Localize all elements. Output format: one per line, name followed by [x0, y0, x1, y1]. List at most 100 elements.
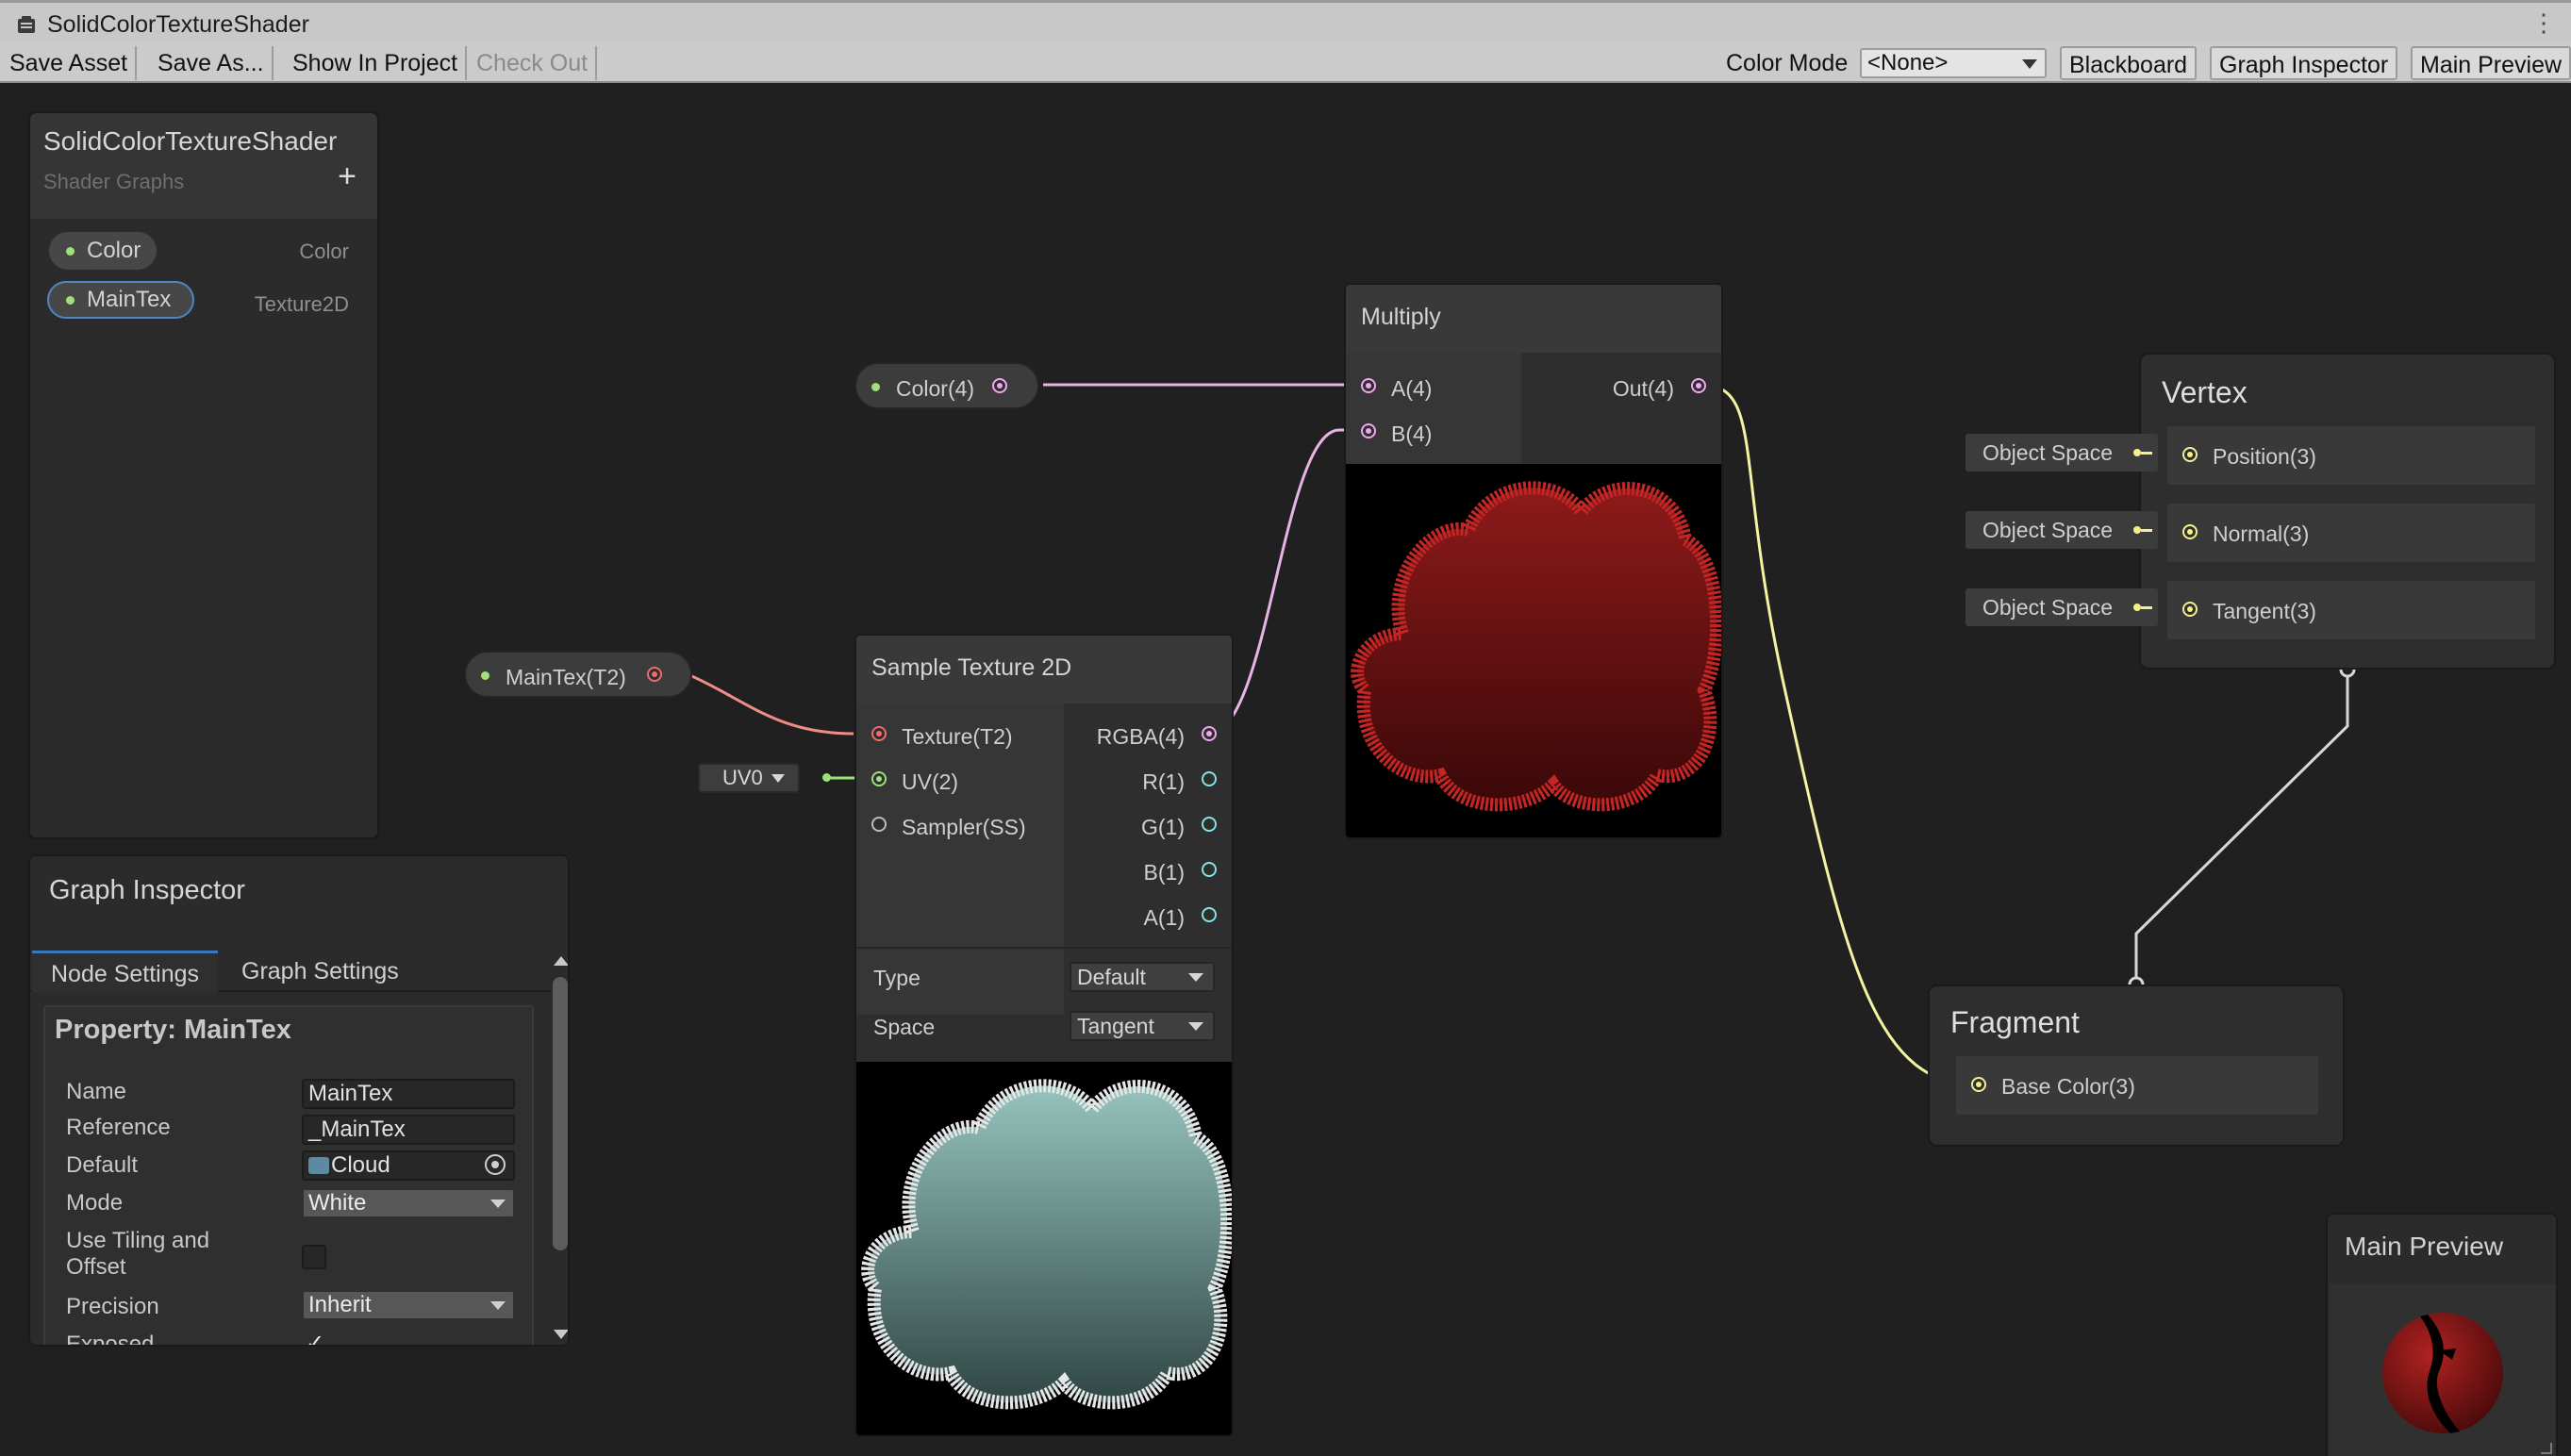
maintex-property-node[interactable]: MainTex(T2): [464, 651, 692, 698]
name-label: Name: [66, 1079, 127, 1104]
r-output-label: R(1): [1142, 769, 1185, 794]
b-output-label: B(1): [1143, 860, 1185, 885]
multiply-out-label: Out(4): [1612, 376, 1674, 401]
node-title: Multiply: [1361, 304, 1441, 330]
tangent-label: Tangent(3): [2213, 599, 2316, 623]
multiply-preview: [1346, 464, 1721, 837]
chevron-down-icon: [771, 774, 785, 783]
precision-label: Precision: [66, 1294, 159, 1319]
sampler-input-port[interactable]: [871, 817, 887, 832]
use-tiling-checkbox[interactable]: [302, 1245, 326, 1269]
vertex-context[interactable]: Vertex Position(3) Normal(3) Tangent(3): [2139, 353, 2556, 670]
default-label: Default: [66, 1152, 139, 1178]
blackboard-toggle[interactable]: Blackboard: [2060, 46, 2198, 80]
uv-channel-select[interactable]: UV0: [698, 763, 800, 793]
chevron-down-icon: [1188, 973, 1203, 982]
sample-texture-2d-node[interactable]: Sample Texture 2D Texture(T2) UV(2) Samp…: [854, 634, 1234, 1437]
uv-connector-dot: [822, 773, 831, 782]
type-select[interactable]: Default: [1070, 962, 1215, 992]
tab-graph-settings[interactable]: Graph Settings: [223, 951, 418, 992]
preview-sphere-image: [2382, 1313, 2503, 1433]
save-as-button[interactable]: Save As...: [150, 46, 274, 80]
show-in-project-button[interactable]: Show In Project: [285, 46, 468, 80]
main-preview-viewport[interactable]: [2330, 1284, 2556, 1456]
shader-graph-icon: [18, 16, 35, 33]
position-space-chip[interactable]: Object Space: [1966, 434, 2158, 472]
vertex-block-normal[interactable]: Normal(3): [2167, 504, 2535, 562]
space-select[interactable]: Tangent: [1070, 1011, 1215, 1041]
more-options-icon[interactable]: ⋮: [2531, 10, 2556, 35]
base-color-port[interactable]: [1971, 1077, 1986, 1092]
normal-port[interactable]: [2182, 524, 2198, 539]
check-out-button[interactable]: Check Out: [469, 46, 598, 80]
precision-select[interactable]: Inherit: [302, 1290, 515, 1320]
g-output-port[interactable]: [1202, 817, 1217, 832]
texture-preview: [856, 1062, 1232, 1435]
texture-input-port[interactable]: [871, 726, 887, 741]
default-texture-field[interactable]: Cloud: [302, 1150, 515, 1181]
multiply-b-input-port[interactable]: [1361, 423, 1376, 438]
vertex-block-position[interactable]: Position(3): [2167, 426, 2535, 485]
uv-channel-value: UV0: [722, 766, 763, 789]
property-title: Property: MainTex: [55, 1015, 291, 1045]
exposed-checkbox[interactable]: ✓: [306, 1330, 324, 1345]
connector-line: [2141, 452, 2152, 455]
vertex-block-tangent[interactable]: Tangent(3): [2167, 581, 2535, 639]
fragment-block-base-color[interactable]: Base Color(3): [1956, 1056, 2318, 1115]
resize-handle[interactable]: [2541, 1443, 2552, 1454]
color-output-port[interactable]: [992, 378, 1007, 393]
texture-thumbnail-icon: [308, 1157, 329, 1174]
inspector-tabs: Node Settings Graph Settings: [30, 951, 558, 992]
inspector-scrollbar[interactable]: [551, 956, 568, 1339]
save-asset-button[interactable]: Save Asset: [2, 46, 138, 80]
color-property-label: Color(4): [896, 376, 975, 401]
node-title: Sample Texture 2D: [871, 654, 1072, 681]
fragment-context[interactable]: Fragment Base Color(3): [1928, 984, 2345, 1147]
space-chip-label: Object Space: [1982, 440, 2114, 465]
type-value: Default: [1077, 965, 1146, 989]
connector-dot: [2133, 526, 2141, 534]
mode-label: Mode: [66, 1190, 124, 1216]
a-output-label: A(1): [1143, 905, 1185, 930]
b-output-port[interactable]: [1202, 862, 1217, 877]
scroll-thumb[interactable]: [553, 977, 568, 1250]
reference-field[interactable]: _MainTex: [302, 1115, 515, 1145]
blackboard-title: SolidColorTextureShader: [43, 126, 338, 156]
property-exposed-dot: [66, 247, 75, 256]
title-bar: SolidColorTextureShader ⋮: [0, 0, 2571, 43]
main-preview-toggle[interactable]: Main Preview: [2411, 46, 2571, 80]
rgba-output-port[interactable]: [1202, 726, 1217, 741]
tab-node-settings[interactable]: Node Settings: [32, 951, 219, 992]
blackboard-property-color[interactable]: Color: [49, 232, 157, 270]
color-mode-value: <None>: [1867, 50, 1949, 75]
property-type: Texture2D: [254, 292, 349, 316]
scroll-up-icon[interactable]: [554, 956, 568, 966]
uv-input-port[interactable]: [871, 771, 887, 786]
plus-icon[interactable]: +: [338, 160, 357, 192]
multiply-out-port[interactable]: [1691, 378, 1706, 393]
color-property-node[interactable]: Color(4): [854, 362, 1039, 409]
maintex-output-port[interactable]: [647, 667, 662, 682]
multiply-a-input-port[interactable]: [1361, 378, 1376, 393]
tangent-port[interactable]: [2182, 602, 2198, 617]
r-output-port[interactable]: [1202, 771, 1217, 786]
a-output-port[interactable]: [1202, 907, 1217, 922]
color-mode-select[interactable]: <None>: [1860, 48, 2047, 78]
position-port[interactable]: [2182, 447, 2198, 462]
object-picker-icon[interactable]: [485, 1154, 506, 1175]
precision-value: Inherit: [308, 1292, 372, 1317]
default-texture-name: Cloud: [331, 1152, 390, 1178]
chevron-down-icon: [490, 1200, 506, 1208]
blackboard-property-maintex[interactable]: MainTex: [47, 281, 194, 319]
multiply-node[interactable]: Multiply A(4) B(4) Out(4): [1344, 283, 1723, 839]
normal-space-chip[interactable]: Object Space: [1966, 511, 2158, 549]
reference-label: Reference: [66, 1115, 171, 1140]
scroll-down-icon[interactable]: [554, 1330, 568, 1339]
name-field[interactable]: MainTex: [302, 1079, 515, 1109]
graph-inspector-toggle[interactable]: Graph Inspector: [2210, 46, 2398, 80]
tangent-space-chip[interactable]: Object Space: [1966, 588, 2158, 626]
main-preview-panel: Main Preview: [2326, 1213, 2558, 1456]
node-header: Sample Texture 2D: [856, 636, 1232, 703]
mode-select[interactable]: White: [302, 1188, 515, 1218]
fragment-title: Fragment: [1950, 1005, 2080, 1039]
